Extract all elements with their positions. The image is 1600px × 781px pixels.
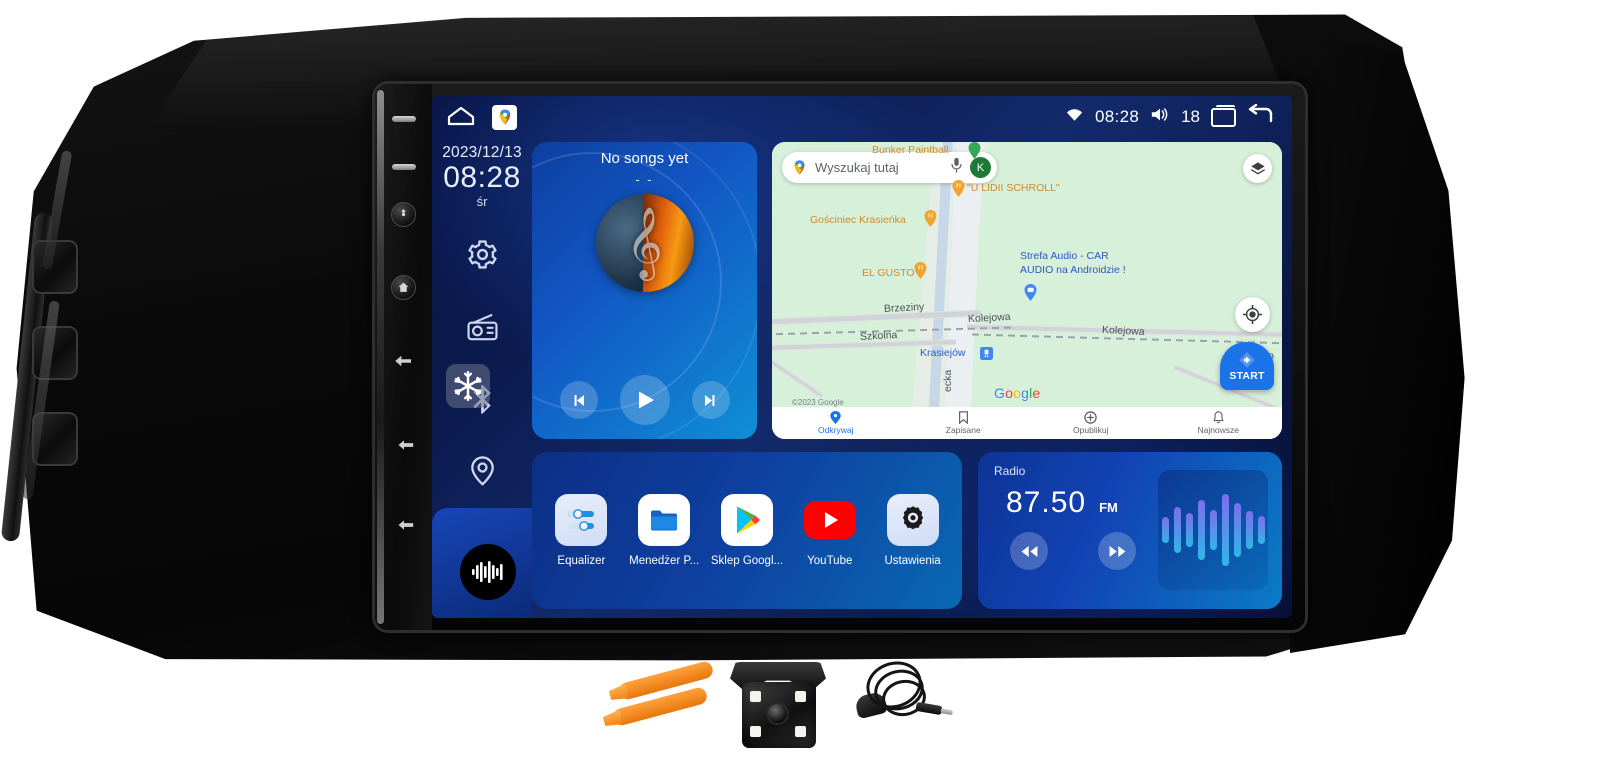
map-search-bar[interactable]: Wyszukaj tutaj K [782, 152, 997, 183]
map-road-label: Kolejowa [967, 310, 1011, 326]
status-clock: 08:28 [1095, 107, 1140, 126]
media-player-card[interactable]: No songs yet - - 𝄞 [532, 142, 757, 439]
fast-forward-icon[interactable] [1098, 532, 1136, 570]
snowflake-icon [446, 364, 490, 408]
clock-time: 08:28 [443, 161, 521, 194]
app-label: YouTube [807, 555, 853, 567]
wifi-icon [1065, 107, 1084, 128]
map-nav-zapisane[interactable]: Zapisane [900, 411, 1028, 435]
map-poi-label: EL GUSTO [862, 267, 915, 279]
app-label: Menedżer P... [629, 555, 700, 567]
radio-card[interactable]: Radio 87.50 FM [978, 452, 1282, 609]
map-pin-icon [952, 180, 965, 197]
start-label: START [1229, 369, 1265, 382]
app-settings[interactable]: Ustawienia [875, 494, 951, 567]
google-watermark: Google [994, 385, 1041, 401]
google-maps-icon[interactable] [492, 104, 517, 130]
map-road-label: Szkolna [859, 329, 898, 343]
app-equalizer[interactable]: Equalizer [543, 494, 619, 567]
clock-date: 2023/12/13 [442, 144, 522, 161]
google-play-icon [720, 494, 773, 546]
map-nav-opublikuj[interactable]: Opublikuj [1027, 411, 1155, 435]
product-photo: 08:28 18 2023/12/13 08:28 śr No songs ye… [0, 0, 1600, 781]
radio-band: FM [1099, 500, 1118, 515]
map-bottom-nav: Odkrywaj Zapisane Opublikuj Najnowsze [772, 407, 1282, 439]
app-label: Sklep Googl... [710, 555, 784, 567]
album-art: 𝄞 [595, 194, 694, 292]
home-outline-icon[interactable] [446, 104, 476, 131]
media-title: No songs yet [600, 150, 689, 167]
app-file-manager[interactable]: Menedżer P... [626, 494, 702, 567]
skip-previous-icon[interactable] [559, 381, 598, 419]
map-business-label: AUDIO na Androidzie ! [1020, 264, 1126, 276]
bookmark-icon [958, 411, 968, 424]
map-pin-icon [924, 210, 937, 227]
location-pin-icon[interactable] [464, 453, 500, 489]
bell-icon [1213, 411, 1224, 424]
google-maps-pin-icon [791, 159, 808, 176]
back-arrow-icon[interactable] [1247, 103, 1274, 130]
audio-waveform-button[interactable] [460, 544, 516, 600]
map-place-label: Krasiejów [920, 347, 966, 359]
volume-icon[interactable] [1150, 106, 1170, 128]
google-maps-card[interactable]: Wyszukaj tutaj K Bunker Paintball "U LID… [772, 142, 1282, 439]
map-pin-icon [968, 142, 981, 159]
pin-icon [830, 411, 841, 424]
start-navigation-button[interactable]: START [1220, 342, 1274, 390]
map-layers-icon[interactable] [1243, 154, 1272, 183]
audio-waveform-icon [472, 561, 503, 583]
map-business-label: Strefa Audio - CAR [1020, 250, 1109, 262]
app-label: Ustawienia [884, 555, 941, 567]
map-nav-odkrywaj[interactable]: Odkrywaj [772, 411, 900, 435]
map-nav-label: Opublikuj [1073, 425, 1109, 435]
map-poi-label: Bunker Paintball [872, 144, 949, 156]
map-nav-label: Odkrywaj [818, 425, 854, 435]
avatar[interactable]: K [970, 157, 991, 178]
volume-level: 18 [1181, 107, 1200, 126]
map-copyright: ©2023 Google [792, 398, 844, 407]
map-nav-label: Najnowsze [1197, 425, 1240, 435]
navigation-arrow-icon [1239, 351, 1255, 368]
settings-gear-icon[interactable] [464, 237, 500, 273]
rewind-icon[interactable] [1010, 532, 1048, 570]
status-bar: 08:28 18 [432, 96, 1292, 138]
app-label: Equalizer [557, 555, 606, 567]
app-google-play[interactable]: Sklep Googl... [709, 494, 785, 567]
radio-icon[interactable] [464, 309, 500, 345]
audio-bars-icon [1158, 470, 1268, 590]
map-road-label: ecka [942, 369, 954, 392]
head-unit: 08:28 18 2023/12/13 08:28 śr No songs ye… [375, 84, 1305, 630]
skip-next-icon[interactable] [691, 381, 730, 419]
settings-gear-icon [886, 494, 939, 546]
equalizer-icon [555, 494, 608, 546]
plus-circle-icon [1084, 411, 1097, 424]
touchscreen[interactable]: 08:28 18 2023/12/13 08:28 śr No songs ye… [432, 96, 1292, 618]
microphone-icon[interactable] [950, 157, 963, 178]
map-road-label: Brzeziny [883, 300, 925, 316]
map-search-input[interactable]: Wyszukaj tutaj [815, 160, 943, 175]
map-business-pin-icon [1024, 284, 1037, 301]
map-road-label: Kolejowa [1101, 323, 1145, 339]
map-pin-icon [914, 262, 927, 279]
home-cards: No songs yet - - 𝄞 Wyszukaj tutaj K Bunk… [532, 142, 1282, 609]
youtube-icon [803, 494, 856, 546]
map-poi-label: "U LIDII SCHROLL" [967, 182, 1060, 194]
play-icon[interactable] [619, 375, 670, 425]
app-shortcuts-card: Equalizer Menedżer P... Sklep Googl... Y… [532, 452, 962, 609]
recents-icon[interactable] [1211, 104, 1236, 127]
map-poi-label: Gościniec Krasieńka [810, 214, 906, 226]
my-location-icon[interactable] [1235, 297, 1270, 332]
clock-widget[interactable]: 2023/12/13 08:28 śr [442, 144, 522, 209]
train-station-icon [980, 345, 994, 360]
clock-weekday: śr [476, 193, 488, 209]
file-manager-icon [638, 494, 691, 546]
radio-frequency: 87.50 [1006, 486, 1087, 519]
map-nav-najnowsze[interactable]: Najnowsze [1155, 411, 1283, 435]
media-subtitle: - - [635, 172, 654, 187]
map-nav-label: Zapisane [945, 425, 981, 435]
app-youtube[interactable]: YouTube [792, 494, 868, 567]
